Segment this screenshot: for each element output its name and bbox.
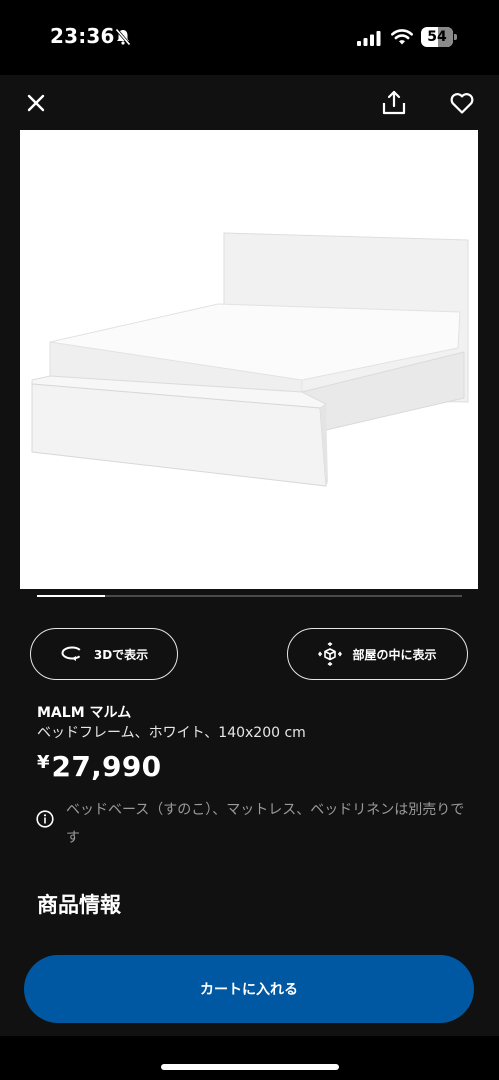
sold-separately-note: ベッドベース（すのこ）、マットレス、ベッドリネンは別売りです	[66, 802, 465, 846]
view-in-room-button[interactable]: 部屋の中に表示	[287, 628, 468, 680]
favorite-button[interactable]	[448, 89, 476, 117]
gallery-progress-track	[37, 595, 462, 597]
add-to-cart-label: カートに入れる	[200, 982, 298, 998]
status-time: 23:36	[50, 24, 115, 48]
product-price: ¥ 27,990	[37, 750, 161, 783]
heart-icon	[450, 93, 474, 114]
product-name: MALM マルム	[37, 705, 132, 721]
view-in-room-label: 部屋の中に表示	[352, 647, 437, 662]
product-image[interactable]	[20, 130, 478, 589]
home-indicator-area	[0, 1036, 499, 1080]
price-amount: 27,990	[51, 750, 162, 783]
share-icon	[382, 90, 406, 115]
add-to-cart-button[interactable]: カートに入れる	[24, 955, 474, 1023]
rotate-3d-icon	[61, 646, 83, 661]
ar-cube-icon	[318, 642, 343, 666]
home-indicator[interactable]	[161, 1064, 339, 1070]
price-currency: ¥	[37, 752, 50, 773]
battery-indicator: 54	[421, 27, 457, 47]
battery-level-text: 54	[427, 29, 447, 45]
close-icon	[27, 94, 45, 112]
close-button[interactable]	[22, 89, 50, 117]
view-3d-button[interactable]: 3Dで表示	[30, 628, 178, 680]
info-icon	[36, 810, 54, 828]
bell-muted-icon	[115, 28, 131, 46]
cellular-signal-icon	[357, 31, 381, 46]
view-3d-label: 3Dで表示	[93, 647, 149, 662]
product-description: ベッドフレーム、ホワイト、140x200 cm	[37, 725, 306, 741]
share-button[interactable]	[380, 89, 408, 117]
top-bar	[0, 75, 499, 130]
gallery-progress-fill	[37, 595, 105, 597]
wifi-icon	[391, 29, 413, 45]
bed-frame-image	[20, 130, 478, 589]
status-bar: 23:36 54	[0, 0, 499, 75]
product-info-heading[interactable]: 商品情報	[37, 889, 121, 919]
